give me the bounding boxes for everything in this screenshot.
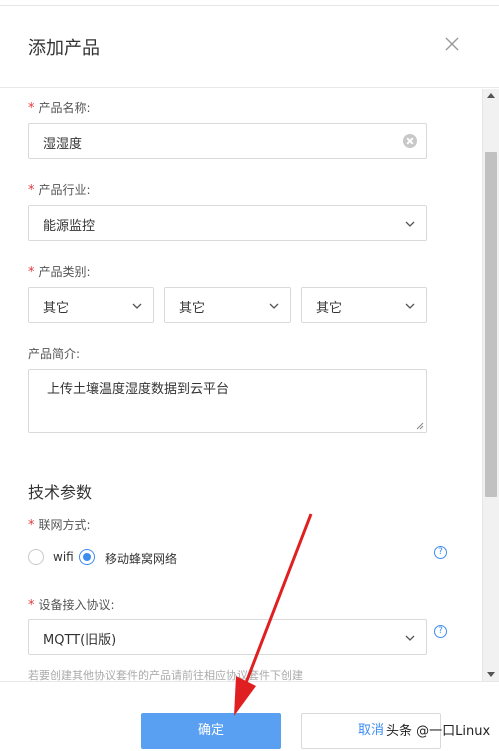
category-value-3: 其它 (316, 301, 343, 316)
tech-section-title: 技术参数 (28, 483, 93, 502)
product-name-value: 湿湿度 (43, 137, 83, 152)
protocol-select[interactable]: MQTT(旧版) (28, 619, 427, 655)
industry-value: 能源监控 (43, 219, 96, 234)
protocol-label: * 设备接入协议: (28, 598, 115, 613)
chevron-down-icon (405, 635, 415, 641)
scroll-thumb[interactable] (485, 152, 497, 497)
resize-handle-icon[interactable] (416, 422, 424, 430)
radio-cellular-label[interactable]: 移动蜂窝网络 (105, 550, 177, 567)
dialog-title: 添加产品 (28, 38, 100, 59)
protocol-value: MQTT(旧版) (43, 633, 117, 648)
category-select-2[interactable]: 其它 (164, 287, 291, 323)
required-mark: * (28, 518, 35, 533)
industry-select[interactable]: 能源监控 (28, 205, 427, 241)
description-textarea[interactable]: 上传土壤温度湿度数据到云平台 (28, 369, 427, 433)
chevron-down-icon (269, 303, 279, 309)
clear-icon[interactable] (403, 134, 417, 148)
dialog-body: * 产品名称: 湿湿度 * 产品行业: 能源监控 * 产品类别: 其它 其它 其它 产… (0, 89, 499, 681)
protocol-hint: 若要创建其他协议套件的产品请前往相应协议套件下创建 (28, 669, 303, 681)
product-name-label: * 产品名称: (28, 101, 91, 116)
description-label: 产品简介: (28, 347, 81, 361)
required-mark: * (28, 101, 35, 116)
required-mark: * (28, 598, 35, 613)
category-value-1: 其它 (43, 301, 70, 316)
category-select-3[interactable]: 其它 (301, 287, 427, 323)
industry-label: * 产品行业: (28, 183, 91, 198)
close-icon[interactable] (444, 36, 462, 54)
dialog-footer: 确定 取消 (0, 681, 499, 751)
category-select-1[interactable]: 其它 (28, 287, 154, 323)
help-icon[interactable]: ? (434, 625, 447, 638)
chevron-down-icon (132, 303, 142, 309)
help-icon[interactable]: ? (434, 546, 447, 559)
watermark: 头条 @一口Linux (386, 724, 491, 739)
category-value-2: 其它 (179, 301, 206, 316)
chevron-down-icon (405, 221, 415, 227)
scroll-down-arrow-icon[interactable] (487, 672, 495, 677)
description-value: 上传土壤温度湿度数据到云平台 (47, 382, 230, 397)
confirm-button[interactable]: 确定 (141, 713, 281, 749)
scroll-up-arrow-icon[interactable] (487, 93, 495, 98)
network-label: * 联网方式: (28, 518, 91, 533)
category-label: * 产品类别: (28, 265, 91, 280)
radio-wifi[interactable] (28, 549, 44, 565)
radio-cellular[interactable] (79, 549, 95, 565)
scrollbar[interactable] (482, 89, 499, 681)
dialog-header: 添加产品 (0, 6, 499, 88)
radio-wifi-label[interactable]: wifi (53, 550, 74, 564)
required-mark: * (28, 183, 35, 198)
required-mark: * (28, 265, 35, 280)
chevron-down-icon (405, 303, 415, 309)
product-name-input[interactable]: 湿湿度 (28, 123, 427, 159)
